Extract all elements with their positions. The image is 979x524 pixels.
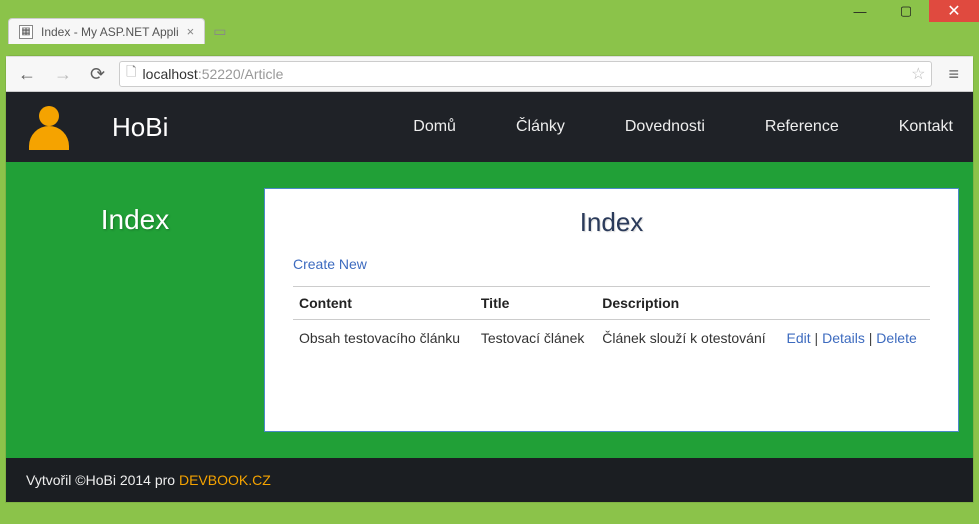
table-row: Obsah testovacího článku Testovací článe…	[293, 320, 930, 357]
col-title: Title	[475, 287, 596, 320]
articles-table: Content Title Description Obsah testovac…	[293, 286, 930, 356]
forward-button[interactable]: →	[50, 62, 76, 87]
create-new-link[interactable]: Create New	[293, 256, 367, 272]
new-tab-button[interactable]: ▭	[205, 19, 234, 44]
browser-tab[interactable]: ▦ Index - My ASP.NET Appli ×	[8, 18, 205, 44]
toolbar: ← → ⟳ 🗋 localhost:52220/Article ☆ ≡	[6, 56, 973, 92]
address-bar[interactable]: 🗋 localhost:52220/Article ☆	[119, 61, 932, 87]
brand[interactable]: HoBi	[112, 112, 168, 143]
browser-window: — ▢ ✕ ▦ Index - My ASP.NET Appli × ▭ ← →…	[0, 0, 979, 524]
tab-bar: ▦ Index - My ASP.NET Appli × ▭	[0, 12, 979, 44]
page-icon: ▦	[19, 25, 33, 39]
page-body: HoBi Domů Články Dovednosti Reference Ko…	[6, 92, 973, 502]
avatar-icon	[26, 104, 72, 150]
tab-close-icon[interactable]: ×	[187, 24, 195, 39]
site-footer: Vytvořil ©HoBi 2014 pro DEVBOOK.CZ	[6, 458, 973, 502]
card-title: Index	[293, 207, 930, 238]
nav-dovednosti[interactable]: Dovednosti	[625, 118, 705, 136]
card: Index Create New Content Title Descripti…	[264, 188, 959, 432]
nav-clanky[interactable]: Články	[516, 118, 565, 136]
url-port: :52220	[198, 66, 241, 82]
cell-actions: Edit | Details | Delete	[781, 320, 930, 357]
separator: |	[815, 330, 823, 346]
reload-button[interactable]: ⟳	[86, 62, 109, 87]
edit-link[interactable]: Edit	[787, 330, 811, 346]
details-link[interactable]: Details	[822, 330, 865, 346]
footer-text: Vytvořil ©HoBi 2014 pro	[26, 472, 179, 488]
nav-reference[interactable]: Reference	[765, 118, 839, 136]
page-title: Index	[20, 188, 250, 432]
cell-content: Obsah testovacího článku	[293, 320, 475, 357]
cell-description: Článek slouží k otestování	[596, 320, 780, 357]
browser-chrome: ← → ⟳ 🗋 localhost:52220/Article ☆ ≡ HoBi…	[6, 56, 973, 502]
site-header: HoBi Domů Články Dovednosti Reference Ko…	[6, 92, 973, 162]
content-area: Index Index Create New Content Title Des…	[6, 162, 973, 458]
file-icon: 🗋	[126, 63, 136, 85]
back-button[interactable]: ←	[14, 62, 40, 87]
nav-kontakt[interactable]: Kontakt	[899, 118, 953, 136]
nav-domu[interactable]: Domů	[413, 118, 456, 136]
bookmark-star-icon[interactable]: ☆	[911, 64, 925, 84]
url-path: /Article	[241, 66, 284, 82]
tab-title: Index - My ASP.NET Appli	[41, 25, 179, 39]
col-actions	[781, 287, 930, 320]
nav-links: Domů Články Dovednosti Reference Kontakt	[248, 118, 953, 136]
col-description: Description	[596, 287, 780, 320]
url-host: localhost	[143, 66, 198, 82]
devbook-link[interactable]: DEVBOOK.CZ	[179, 472, 271, 488]
cell-title: Testovací článek	[475, 320, 596, 357]
col-content: Content	[293, 287, 475, 320]
menu-button[interactable]: ≡	[942, 62, 965, 87]
table-header-row: Content Title Description	[293, 287, 930, 320]
delete-link[interactable]: Delete	[876, 330, 916, 346]
